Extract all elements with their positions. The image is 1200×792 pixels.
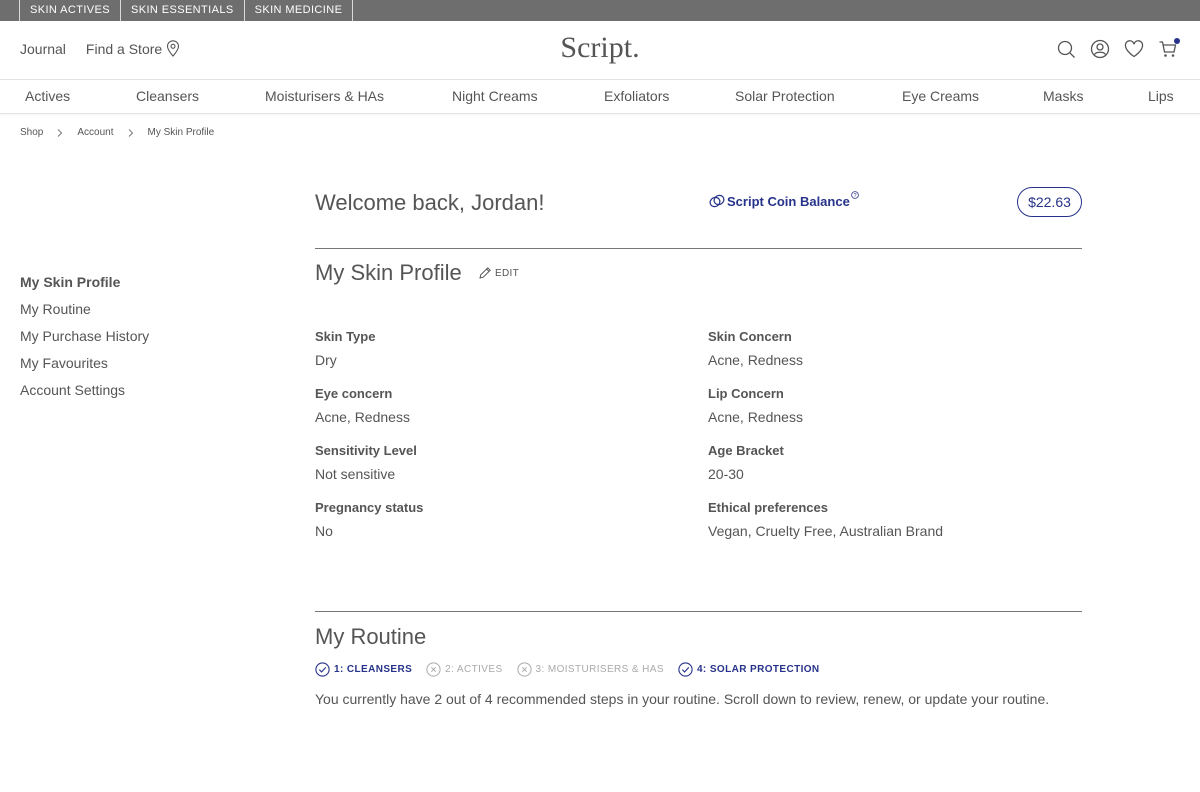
field-label: Skin Type	[315, 329, 376, 344]
site-logo[interactable]: Script.	[0, 31, 1200, 65]
routine-step-label: 3: MOISTURISERS & HAS	[535, 664, 664, 675]
profile-field-skin-concern: Skin Concern Acne, Redness	[708, 329, 803, 368]
brand-bar: SKIN ACTIVES SKIN ESSENTIALS SKIN MEDICI…	[0, 0, 1200, 21]
category-actives[interactable]: Actives	[25, 88, 70, 104]
profile-field-eye-concern: Eye concern Acne, Redness	[315, 386, 410, 425]
brand-tab-skin-actives[interactable]: SKIN ACTIVES	[19, 0, 120, 21]
sidebar-item-my-skin-profile[interactable]: My Skin Profile	[20, 274, 149, 301]
divider	[315, 611, 1082, 612]
field-value: Dry	[315, 352, 337, 368]
edit-profile-button[interactable]: EDIT	[478, 266, 519, 280]
profile-field-age-bracket: Age Bracket 20-30	[708, 443, 784, 482]
category-exfoliators[interactable]: Exfoliators	[604, 88, 669, 104]
routine-summary-text: You currently have 2 out of 4 recommende…	[315, 691, 1050, 707]
check-circle-icon	[678, 662, 693, 677]
coin-balance-badge: $22.63	[1017, 187, 1082, 217]
sidebar-item-purchase-history[interactable]: My Purchase History	[20, 328, 149, 355]
routine-step-solar-protection[interactable]: 4: SOLAR PROTECTION	[678, 662, 820, 677]
chevron-right-icon	[58, 128, 63, 137]
check-circle-icon	[315, 662, 330, 677]
category-eye-creams[interactable]: Eye Creams	[902, 88, 979, 104]
field-label: Eye concern	[315, 386, 393, 401]
field-value: 20-30	[708, 466, 744, 482]
routine-title: My Routine	[315, 624, 427, 649]
category-night-creams[interactable]: Night Creams	[452, 88, 538, 104]
edit-label: EDIT	[495, 267, 519, 279]
category-nav: Actives Cleansers Moisturisers & HAs Nig…	[0, 80, 1200, 114]
header-icons	[1044, 37, 1180, 61]
profile-field-pregnancy: Pregnancy status No	[315, 500, 423, 539]
field-label: Pregnancy status	[315, 500, 424, 515]
sidebar-item-account-settings[interactable]: Account Settings	[20, 382, 149, 409]
sidebar-item-favourites[interactable]: My Favourites	[20, 355, 149, 382]
cart-icon[interactable]	[1156, 37, 1180, 61]
pencil-icon	[479, 267, 491, 279]
x-circle-icon	[426, 662, 441, 677]
breadcrumb-account[interactable]: Account	[77, 127, 113, 138]
routine-steps: 1: CLEANSERS 2: ACTIVES 3: MOISTURISERS …	[315, 662, 834, 677]
profile-field-lip-concern: Lip Concern Acne, Redness	[708, 386, 803, 425]
field-label: Sensitivity Level	[315, 443, 417, 458]
info-icon[interactable]: ?	[851, 191, 859, 201]
script-coin-label: Script Coin Balance	[727, 193, 850, 209]
profile-field-skin-type: Skin Type Dry	[315, 329, 375, 368]
field-value: Vegan, Cruelty Free, Australian Brand	[708, 523, 944, 539]
breadcrumb: Shop Account My Skin Profile	[20, 127, 214, 138]
field-label: Lip Concern	[708, 386, 784, 401]
category-cleansers[interactable]: Cleansers	[136, 88, 199, 104]
field-label: Ethical preferences	[708, 500, 828, 515]
info-icon-glyph: ?	[853, 193, 856, 199]
routine-step-cleansers[interactable]: 1: CLEANSERS	[315, 662, 412, 677]
field-value: Not sensitive	[315, 466, 396, 482]
routine-step-moisturisers[interactable]: 3: MOISTURISERS & HAS	[516, 662, 664, 677]
account-sidebar: My Skin Profile My Routine My Purchase H…	[20, 274, 149, 409]
routine-step-label: 1: CLEANSERS	[334, 664, 413, 675]
field-value: No	[315, 523, 333, 539]
brand-tab-skin-medicine[interactable]: SKIN MEDICINE	[243, 0, 354, 21]
x-circle-icon	[516, 662, 532, 677]
field-value: Acne, Redness	[708, 352, 803, 368]
field-label: Age Bracket	[708, 443, 784, 458]
search-icon[interactable]	[1054, 37, 1078, 61]
cart-badge-dot	[1174, 38, 1180, 44]
site-header: Journal Find a Store Script.	[0, 21, 1200, 80]
routine-step-label: 4: SOLAR PROTECTION	[696, 664, 820, 675]
category-solar-protection[interactable]: Solar Protection	[735, 88, 835, 104]
coin-icon	[709, 194, 725, 208]
breadcrumb-shop[interactable]: Shop	[20, 127, 43, 138]
category-masks[interactable]: Masks	[1043, 88, 1083, 104]
breadcrumb-current: My Skin Profile	[147, 127, 215, 138]
field-value: Acne, Redness	[708, 409, 803, 425]
field-label: Skin Concern	[708, 329, 792, 344]
divider	[315, 248, 1082, 249]
profile-field-sensitivity: Sensitivity Level Not sensitive	[315, 443, 417, 482]
brand-tab-skin-essentials[interactable]: SKIN ESSENTIALS	[120, 0, 244, 21]
field-value: Acne, Redness	[315, 409, 410, 425]
sidebar-item-my-routine[interactable]: My Routine	[20, 301, 149, 328]
brand-tabs: SKIN ACTIVES SKIN ESSENTIALS SKIN MEDICI…	[19, 0, 354, 21]
heart-icon[interactable]	[1122, 37, 1146, 61]
category-lips[interactable]: Lips	[1148, 88, 1174, 104]
welcome-heading: Welcome back, Jordan!	[315, 190, 545, 215]
script-coin-link[interactable]: Script Coin Balance ?	[708, 191, 859, 209]
skin-profile-title: My Skin Profile	[315, 260, 462, 285]
chevron-right-icon	[128, 128, 133, 137]
account-icon[interactable]	[1088, 37, 1112, 61]
profile-field-ethical: Ethical preferences Vegan, Cruelty Free,…	[708, 500, 943, 539]
category-moisturisers[interactable]: Moisturisers & HAs	[265, 88, 384, 104]
routine-step-actives[interactable]: 2: ACTIVES	[426, 662, 502, 677]
routine-step-label: 2: ACTIVES	[445, 664, 503, 675]
